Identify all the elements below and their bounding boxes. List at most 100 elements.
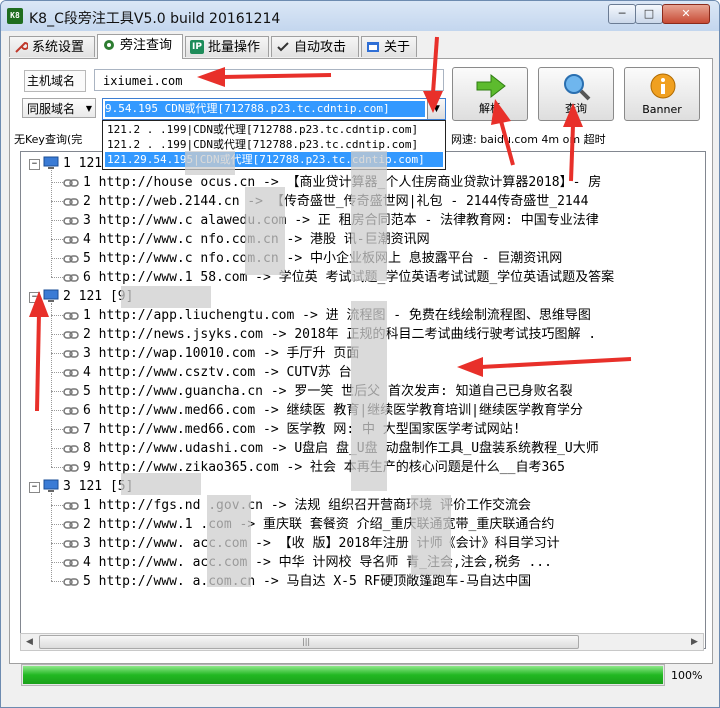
collapse-toggle-icon[interactable]: − (29, 482, 40, 493)
link-icon (63, 388, 79, 396)
progress-fill (23, 666, 663, 684)
tab-label: 关于 (384, 40, 411, 55)
same-server-domain-select[interactable]: 同服域名 ▼ (22, 98, 96, 118)
magnifier-icon (564, 74, 591, 101)
privacy-blur (121, 473, 201, 495)
collapse-toggle-icon[interactable]: − (29, 159, 40, 170)
tree-connector (51, 493, 52, 581)
tree-site-row[interactable]: 2 http://www.1 .com -> 重庆联 套餐资 介绍_重庆联通宽带… (21, 515, 703, 534)
link-icon (63, 236, 79, 244)
link-icon (63, 521, 79, 529)
checklist-icon (276, 40, 290, 54)
tree-connector (51, 170, 52, 277)
host-domain-label: 主机域名 (24, 70, 86, 92)
tree-site-row[interactable]: 1 http://fgs.nd .gov.cn -> 法规 组织召开营商环境 评… (21, 496, 703, 515)
query-label: 查询 (565, 102, 587, 115)
query-mode-text: 无Key查询(完 (14, 133, 83, 146)
tab-label: 批量操作 (208, 40, 261, 55)
site-entry-text: 7 http://www.med66.com -> 医学教 网: 中 大型国家医… (83, 422, 521, 437)
site-entry-text: 3 http://wap.10010.com -> 手厅升 页面 (83, 346, 360, 361)
link-icon (63, 559, 79, 567)
site-entry-text: 5 http://www.c nfo.com.cn -> 中小企业板网上 息披露… (83, 251, 563, 266)
site-entry-text: 1 http://house ocus.cn -> 【商业贷计算器_个人住房商业… (83, 175, 602, 190)
site-entry-text: 6 http://www.med66.com -> 继续医 教育|继续医学教育培… (83, 403, 583, 418)
link-icon (63, 198, 79, 206)
dropdown-arrow-icon[interactable]: ▼ (427, 99, 445, 119)
privacy-blur (351, 301, 387, 491)
banner-label: Banner (642, 103, 682, 116)
minimize-button[interactable]: ─ (608, 4, 636, 24)
tree-site-row[interactable]: 3 http://www. acc.com -> 【收 版】2018年注册 计师… (21, 534, 703, 553)
green-arrow-icon (476, 73, 506, 99)
site-entry-text: 3 http://www.c alawedu.com -> 正 租房合同范本 -… (83, 213, 599, 228)
maximize-button[interactable]: □ (635, 4, 663, 24)
site-entry-text: 2 http://www.1 .com -> 重庆联 套餐资 介绍_重庆联通宽带… (83, 517, 555, 532)
link-icon (63, 350, 79, 358)
privacy-blur (207, 495, 251, 587)
privacy-blur (245, 187, 285, 275)
link-icon (63, 502, 79, 510)
dropdown-option-selected[interactable]: 121.29.54.195|CDN或代理[712788.p23.tc.cdnti… (105, 152, 443, 167)
link-icon (63, 540, 79, 548)
tab-auto-attack[interactable]: 自动攻击 (271, 36, 359, 57)
tab-about[interactable]: 关于 (361, 36, 417, 57)
network-speed-text: 网速: baidu.com 4m om 超时 (451, 133, 606, 146)
tab-label: 旁注查询 (120, 38, 173, 53)
link-icon (63, 217, 79, 225)
dropdown-option[interactable]: 121.2 . .199|CDN或代理[712788.p23.tc.cdntip… (105, 137, 443, 152)
resolve-label: 解析 (479, 102, 501, 115)
ip-combo-box[interactable]: 9.54.195 CDN或代理[712788.p23.tc.cdntip.com… (102, 98, 446, 120)
tab-label: 系统设置 (32, 40, 85, 55)
link-icon (63, 407, 79, 415)
tab-batch-operations[interactable]: IP 批量操作 (185, 36, 269, 57)
collapse-toggle-icon[interactable]: − (29, 292, 40, 303)
title-bar: K8 K8_C段旁注工具V5.0 build 20161214 ─ □ ✕ (1, 1, 719, 31)
link-icon (63, 369, 79, 377)
horizontal-scrollbar[interactable]: ◀ ||| ▶ (20, 633, 704, 651)
chevron-down-icon: ▼ (85, 104, 92, 113)
grip-icon: ||| (302, 637, 311, 646)
site-entry-text: 1 http://app.liuchengtu.com -> 进 流程图 - 免… (83, 308, 591, 323)
progress-percent: 100% (671, 669, 703, 682)
tree-site-row[interactable]: 5 http://www. a.com.cn -> 马自达 X-5 RF硬顶敞篷… (21, 572, 703, 591)
query-button[interactable]: 查询 (538, 67, 614, 121)
link-icon (63, 426, 79, 434)
scroll-right-icon[interactable]: ▶ (686, 634, 703, 650)
app-window: K8 K8_C段旁注工具V5.0 build 20161214 ─ □ ✕ 系统… (0, 0, 720, 708)
wrench-icon (14, 40, 29, 54)
tab-system-settings[interactable]: 系统设置 (9, 36, 95, 57)
window-title: K8_C段旁注工具V5.0 build 20161214 (29, 11, 281, 27)
close-button[interactable]: ✕ (662, 4, 710, 24)
site-entry-text: 4 http://www.csztv.com -> CUTV苏 台 (83, 365, 352, 380)
banner-button[interactable]: Banner (624, 67, 700, 121)
link-icon (63, 445, 79, 453)
computer-icon (43, 479, 59, 492)
scroll-thumb[interactable]: ||| (39, 635, 579, 649)
app-logo-icon: K8 (7, 8, 23, 24)
host-domain-input[interactable]: ixiumei.com (94, 69, 444, 91)
selected-ip-value: 9.54.195 CDN或代理[712788.p23.tc.cdntip.com… (105, 101, 425, 117)
tab-side-query[interactable]: 旁注查询 (97, 34, 183, 59)
link-icon (63, 274, 79, 282)
scroll-left-icon[interactable]: ◀ (21, 634, 38, 650)
link-icon (63, 312, 79, 320)
tree-site-row[interactable]: 4 http://www. acc.com -> 中华 计网校 导名师 青_注会… (21, 553, 703, 572)
privacy-blur (411, 495, 451, 575)
privacy-blur (185, 151, 235, 175)
link-icon (63, 179, 79, 187)
link-icon (63, 331, 79, 339)
site-entry-text: 2 http://web.2144.cn -> 【传奇盛世_传奇盛世网|礼包 -… (83, 194, 589, 209)
ip-dropdown-list: 121.2 . .199|CDN或代理[712788.p23.tc.cdntip… (102, 120, 446, 170)
progress-bar (21, 664, 665, 686)
site-entry-text: 4 http://www. acc.com -> 中华 计网校 导名师 青_注会… (83, 555, 552, 570)
dropdown-option[interactable]: 121.2 . .199|CDN或代理[712788.p23.tc.cdntip… (105, 122, 443, 137)
resolve-button[interactable]: 解析 (452, 67, 528, 121)
computer-icon (43, 156, 59, 169)
link-icon (63, 255, 79, 263)
gear-icon (102, 38, 116, 52)
site-entry-text: 5 http://www. a.com.cn -> 马自达 X-5 RF硬顶敞篷… (83, 574, 532, 589)
site-entry-text: 2 http://news.jsyks.com -> 2018年 正规的科目二考… (83, 327, 597, 342)
ip-icon: IP (190, 40, 204, 54)
site-entry-text: 6 http://www.1 58.com -> 学位英 考试试题_学位英语考试… (83, 270, 615, 285)
link-icon (63, 464, 79, 472)
